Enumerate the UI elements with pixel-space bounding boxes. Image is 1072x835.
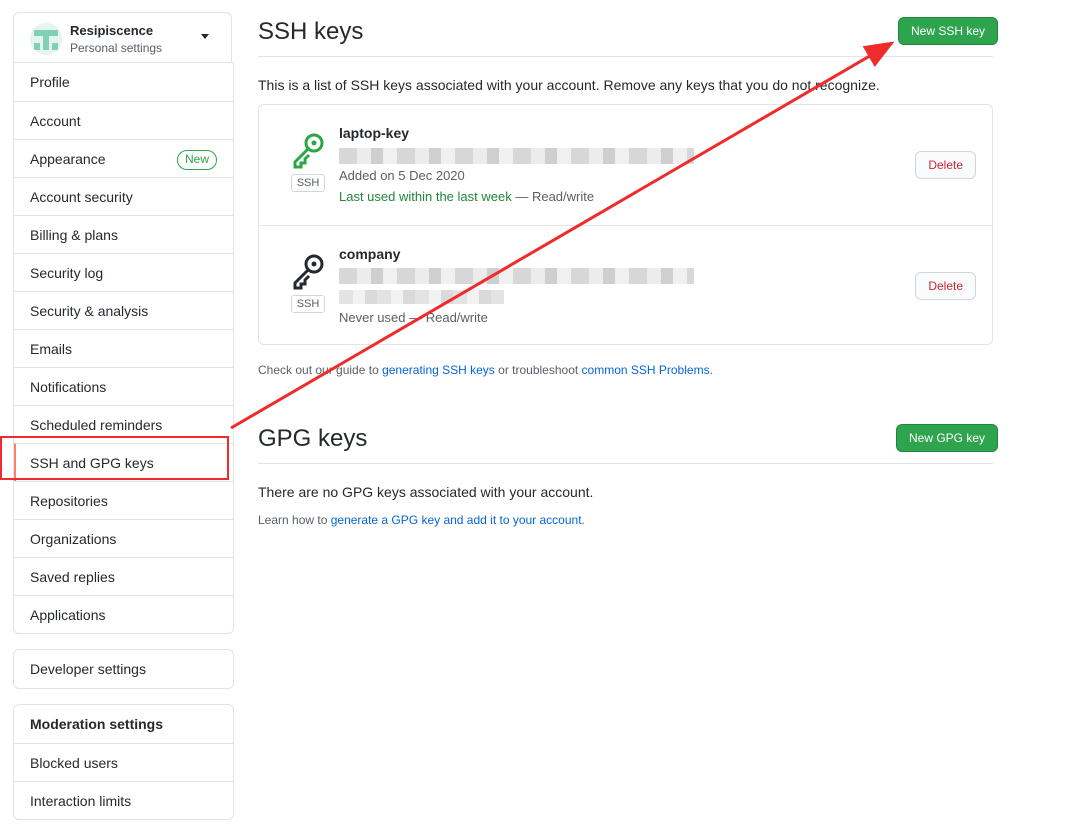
account-switcher[interactable]: Resipiscence Personal settings bbox=[13, 12, 232, 62]
divider bbox=[258, 56, 993, 57]
sidebar-item-label: Repositories bbox=[30, 493, 108, 509]
sidebar-item-label: Emails bbox=[30, 341, 73, 357]
sidebar-item-label: Billing & plans bbox=[30, 227, 118, 243]
sidebar-item-scheduled-reminders[interactable]: Scheduled reminders bbox=[14, 405, 233, 443]
key-icon bbox=[293, 133, 324, 169]
sidebar-item-label: Appearance bbox=[30, 151, 106, 167]
sidebar-item-applications[interactable]: Applications bbox=[14, 595, 233, 633]
key-title: company bbox=[339, 246, 401, 262]
sidebar-item-interaction-limits[interactable]: Interaction limits bbox=[14, 781, 233, 819]
delete-key-button[interactable]: Delete bbox=[915, 272, 976, 300]
sidebar-item-label: Organizations bbox=[30, 531, 117, 547]
ssh-key-list: SSH laptop-key Added on 5 Dec 2020 Last … bbox=[258, 104, 993, 345]
divider bbox=[258, 463, 993, 464]
help-prefix: Learn how to bbox=[258, 513, 331, 527]
gpg-help-text: Learn how to generate a GPG key and add … bbox=[258, 513, 585, 527]
sidebar-item-emails[interactable]: Emails bbox=[14, 329, 233, 367]
moderation-menu: Moderation settings Blocked users Intera… bbox=[13, 704, 234, 820]
avatar bbox=[30, 23, 62, 55]
sidebar-item-profile[interactable]: Profile bbox=[14, 63, 233, 101]
sidebar-item-repositories[interactable]: Repositories bbox=[14, 481, 233, 519]
sidebar-item-label: Blocked users bbox=[30, 755, 118, 771]
generate-gpg-key-link[interactable]: generate a GPG key and add it to your ac… bbox=[331, 513, 582, 527]
ssh-type-label: SSH bbox=[291, 174, 325, 192]
sidebar-item-label: Account bbox=[30, 113, 81, 129]
sidebar-item-security-analysis[interactable]: Security & analysis bbox=[14, 291, 233, 329]
sidebar-item-label: Notifications bbox=[30, 379, 107, 395]
sidebar-item-appearance[interactable]: Appearance New bbox=[14, 139, 233, 177]
sidebar-item-saved-replies[interactable]: Saved replies bbox=[14, 557, 233, 595]
sidebar-item-label: Interaction limits bbox=[30, 793, 132, 809]
ssh-help-text: Check out our guide to generating SSH ke… bbox=[258, 363, 713, 377]
help-suffix: . bbox=[709, 363, 713, 377]
common-ssh-problems-link[interactable]: common SSH Problems bbox=[582, 363, 710, 377]
key-title: laptop-key bbox=[339, 125, 410, 141]
chevron-down-icon[interactable] bbox=[201, 34, 209, 39]
ssh-description: This is a list of SSH keys associated wi… bbox=[258, 77, 880, 93]
sidebar-item-blocked-users[interactable]: Blocked users bbox=[14, 743, 233, 781]
sidebar-item-ssh-gpg-keys[interactable]: SSH and GPG keys bbox=[14, 443, 233, 481]
key-fingerprint-redacted bbox=[339, 148, 694, 164]
help-prefix: Check out our guide to bbox=[258, 363, 383, 377]
key-access: — Read/write bbox=[409, 310, 488, 325]
sidebar-item-label: Applications bbox=[30, 607, 106, 623]
settings-menu: Profile Account Appearance New Account s… bbox=[13, 62, 234, 634]
sidebar-item-notifications[interactable]: Notifications bbox=[14, 367, 233, 405]
sidebar-item-label: SSH and GPG keys bbox=[30, 455, 154, 471]
delete-key-button[interactable]: Delete bbox=[915, 151, 976, 179]
sidebar-item-label: Security log bbox=[30, 265, 104, 281]
sidebar-item-organizations[interactable]: Organizations bbox=[14, 519, 233, 557]
ssh-type-label: SSH bbox=[291, 295, 325, 313]
help-middle: or troubleshoot bbox=[494, 363, 582, 377]
sidebar-item-label: Profile bbox=[30, 74, 70, 90]
list-item: SSH company Never used — Read/write Dele… bbox=[259, 225, 992, 346]
sidebar-item-label: Security & analysis bbox=[30, 303, 149, 319]
account-name: Resipiscence bbox=[70, 23, 154, 38]
sidebar-item-billing[interactable]: Billing & plans bbox=[14, 215, 233, 253]
ssh-keys-title: SSH keys bbox=[258, 18, 364, 45]
sidebar-item-label: Developer settings bbox=[30, 661, 146, 677]
key-fingerprint-redacted bbox=[339, 268, 694, 284]
key-added-date: Added on 5 Dec 2020 bbox=[339, 168, 465, 183]
help-suffix: . bbox=[581, 513, 585, 527]
sidebar-item-label: Account security bbox=[30, 189, 133, 205]
sidebar-item-developer-settings[interactable]: Developer settings bbox=[14, 650, 233, 688]
sidebar-item-security-log[interactable]: Security log bbox=[14, 253, 233, 291]
sidebar-item-label: Saved replies bbox=[30, 569, 115, 585]
key-usage: Never used — Read/write bbox=[339, 310, 488, 325]
new-ssh-key-button[interactable]: New SSH key bbox=[898, 17, 999, 45]
list-item: SSH laptop-key Added on 5 Dec 2020 Last … bbox=[259, 105, 992, 225]
key-usage: Last used within the last week — Read/wr… bbox=[339, 189, 594, 204]
key-access: — Read/write bbox=[515, 189, 595, 204]
new-gpg-key-button[interactable]: New GPG key bbox=[896, 424, 999, 452]
sidebar-item-label: Scheduled reminders bbox=[30, 417, 163, 433]
key-last-used: Never used bbox=[339, 310, 406, 325]
key-date-redacted bbox=[339, 290, 504, 304]
generating-ssh-keys-link[interactable]: generating SSH keys bbox=[382, 363, 495, 377]
sidebar-item-account[interactable]: Account bbox=[14, 101, 233, 139]
gpg-empty-text: There are no GPG keys associated with yo… bbox=[258, 484, 594, 500]
sidebar-item-account-security[interactable]: Account security bbox=[14, 177, 233, 215]
developer-menu: Developer settings bbox=[13, 649, 234, 689]
key-icon bbox=[293, 254, 324, 290]
key-last-used: Last used within the last week bbox=[339, 189, 512, 204]
new-badge: New bbox=[176, 150, 217, 170]
gpg-keys-title: GPG keys bbox=[258, 425, 368, 452]
account-subtitle: Personal settings bbox=[70, 41, 163, 55]
moderation-heading: Moderation settings bbox=[30, 716, 164, 732]
